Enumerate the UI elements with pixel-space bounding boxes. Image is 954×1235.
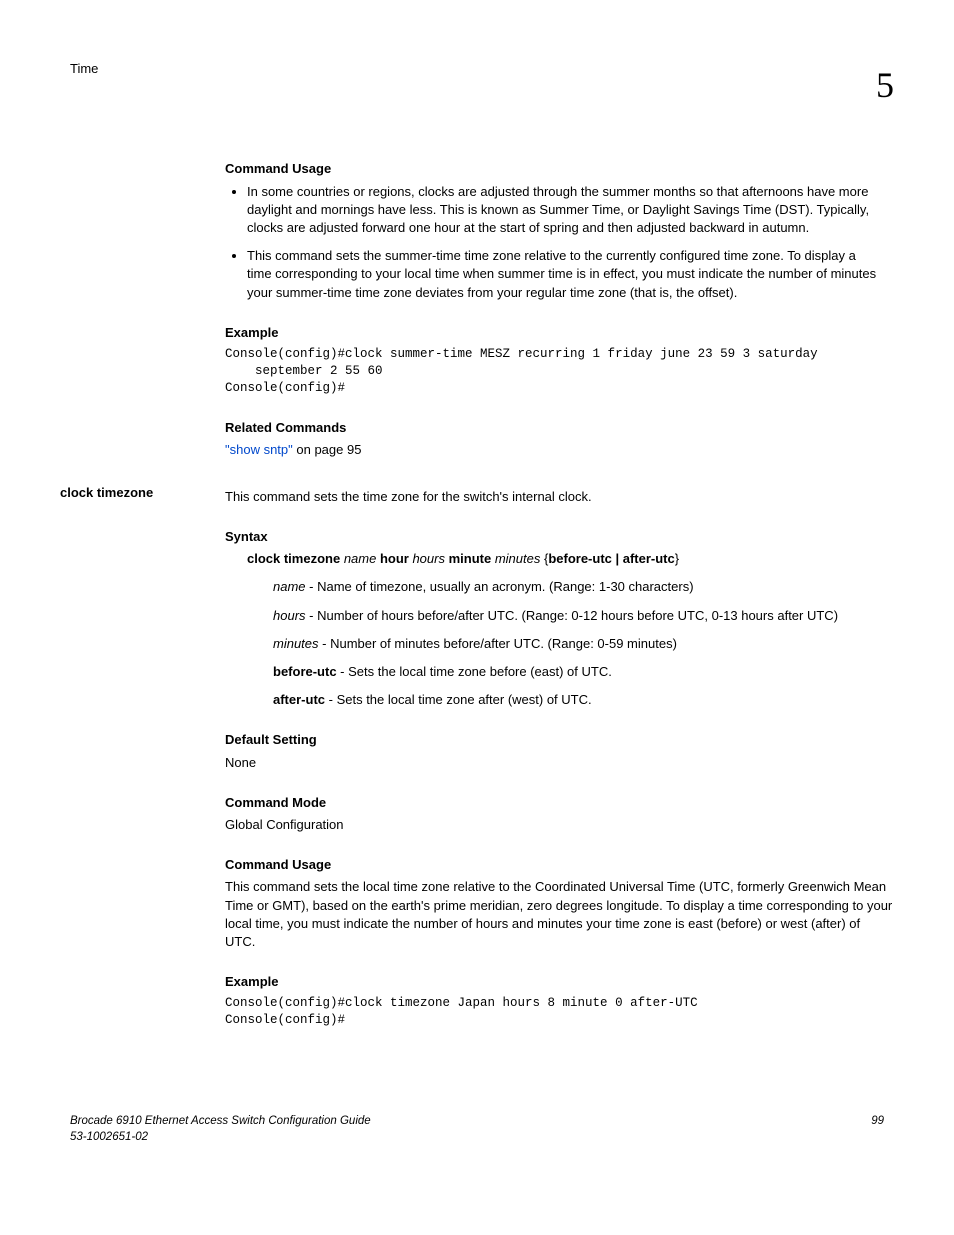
example2-code: Console(config)#clock timezone Japan hou… [225, 995, 894, 1029]
show-sntp-link[interactable]: "show sntp" [225, 442, 293, 457]
footer-page-number: 99 [871, 1113, 884, 1145]
related-commands-rest: on page 95 [293, 442, 362, 457]
syntax-line: clock timezone name hour hours minute mi… [247, 550, 894, 568]
default-setting-heading: Default Setting [225, 731, 894, 749]
param-minutes: minutes - Number of minutes before/after… [273, 635, 894, 653]
main-content: Command Usage In some countries or regio… [225, 160, 884, 459]
example2-heading: Example [225, 973, 894, 991]
command-name: clock timezone [60, 484, 225, 1033]
chapter-number: 5 [876, 60, 894, 110]
related-commands-heading: Related Commands [225, 419, 884, 437]
usage-bullet-1: In some countries or regions, clocks are… [247, 183, 884, 238]
section-title: Time [60, 60, 98, 78]
page-footer: Brocade 6910 Ethernet Access Switch Conf… [60, 1113, 894, 1145]
command-usage-heading: Command Usage [225, 160, 884, 178]
command-usage-list: In some countries or regions, clocks are… [225, 183, 884, 302]
param-hours: hours - Number of hours before/after UTC… [273, 607, 894, 625]
default-setting-text: None [225, 754, 894, 772]
command-mode-text: Global Configuration [225, 816, 894, 834]
command-body: This command sets the time zone for the … [225, 484, 894, 1033]
usage-bullet-2: This command sets the summer-time time z… [247, 247, 884, 302]
syntax-body: clock timezone name hour hours minute mi… [247, 550, 894, 709]
syntax-heading: Syntax [225, 528, 894, 546]
footer-doc-title: Brocade 6910 Ethernet Access Switch Conf… [70, 1113, 371, 1129]
command-description: This command sets the time zone for the … [225, 488, 894, 506]
param-after-utc: after-utc - Sets the local time zone aft… [273, 691, 894, 709]
footer-left: Brocade 6910 Ethernet Access Switch Conf… [70, 1113, 371, 1145]
command-mode-heading: Command Mode [225, 794, 894, 812]
command-row: clock timezone This command sets the tim… [60, 484, 894, 1033]
page-header: Time 5 [60, 60, 894, 110]
command-usage2-text: This command sets the local time zone re… [225, 878, 894, 951]
param-before-utc: before-utc - Sets the local time zone be… [273, 663, 894, 681]
example-code: Console(config)#clock summer-time MESZ r… [225, 346, 884, 397]
footer-doc-id: 53-1002651-02 [70, 1129, 371, 1145]
syntax-params: name - Name of timezone, usually an acro… [273, 578, 894, 709]
related-commands-text: "show sntp" on page 95 [225, 441, 884, 459]
param-name: name - Name of timezone, usually an acro… [273, 578, 894, 596]
example-heading: Example [225, 324, 884, 342]
command-usage2-heading: Command Usage [225, 856, 894, 874]
